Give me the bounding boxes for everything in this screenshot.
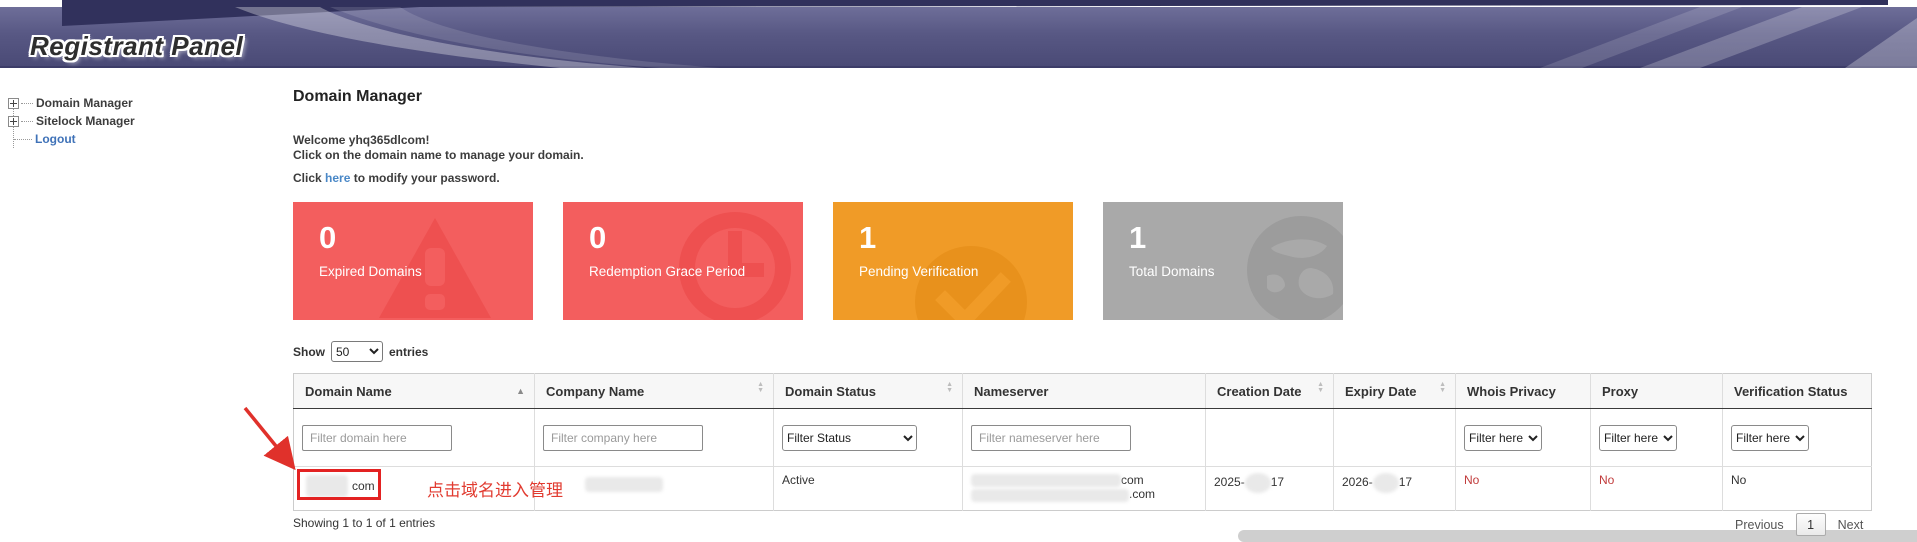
filter-nameserver-input[interactable] — [971, 425, 1131, 451]
filter-company-input[interactable] — [543, 425, 703, 451]
column-header-domain-status[interactable]: Domain Status▲▼ — [774, 374, 963, 409]
filter-verification-select[interactable]: Filter here — [1731, 425, 1809, 451]
stat-label: Total Domains — [1129, 264, 1215, 279]
sidebar-item-domain-manager[interactable]: Domain Manager — [8, 94, 278, 112]
tree-dots-connector — [14, 139, 32, 140]
check-circle-icon — [911, 242, 1031, 320]
pagination: Previous 1 Next — [1735, 513, 1863, 536]
redacted-date-part — [1373, 473, 1399, 493]
cell-verification-status: No — [1723, 467, 1872, 511]
next-page-button[interactable]: Next — [1838, 518, 1864, 532]
cell-whois-privacy: No — [1456, 467, 1591, 511]
password-line: Click here to modify your password. — [293, 171, 500, 185]
filter-status-select[interactable]: Filter Status — [782, 425, 917, 451]
red-arrow-annotation — [235, 402, 305, 477]
column-header-whois-privacy[interactable]: Whois Privacy — [1456, 374, 1591, 409]
stat-card-total-domains[interactable]: 1 Total Domains — [1103, 202, 1343, 320]
plus-expand-icon[interactable] — [8, 116, 19, 127]
filter-row: Filter Status Filter here Filter here Fi… — [294, 409, 1872, 467]
sidebar-navigation: Domain Manager Sitelock Manager Logout — [8, 94, 278, 148]
cell-company-name — [535, 467, 774, 511]
column-header-domain-name[interactable]: Domain Name▲ — [294, 374, 535, 409]
column-header-verification-status[interactable]: Verification Status — [1723, 374, 1872, 409]
page-number-button[interactable]: 1 — [1796, 513, 1826, 536]
registrant-panel-page: Registrant Panel Domain Manager Sitelock… — [0, 0, 1917, 542]
redacted-nameserver-text — [971, 474, 1121, 487]
previous-page-button[interactable]: Previous — [1735, 518, 1784, 532]
logout-link[interactable]: Logout — [35, 132, 76, 146]
sort-both-icon[interactable]: ▲▼ — [1317, 382, 1324, 394]
stat-label: Redemption Grace Period — [589, 264, 745, 279]
sort-both-icon[interactable]: ▲▼ — [757, 382, 764, 394]
welcome-line2: Click on the domain name to manage your … — [293, 148, 584, 163]
sort-asc-icon[interactable]: ▲ — [516, 386, 525, 396]
cell-domain-status: Active — [774, 467, 963, 511]
cell-proxy: No — [1591, 467, 1723, 511]
show-entries-suffix: entries — [389, 345, 428, 359]
cell-creation-date: 2025-17 — [1206, 467, 1334, 511]
stat-card-redemption-grace-period[interactable]: 0 Redemption Grace Period — [563, 202, 803, 320]
redacted-nameserver-text — [971, 489, 1129, 502]
red-highlight-box — [297, 469, 381, 500]
stat-value: 0 — [319, 220, 336, 256]
sidebar-item-sitelock-manager[interactable]: Sitelock Manager — [8, 112, 278, 130]
password-suffix: to modify your password. — [350, 171, 499, 185]
annotation-text-chinese: 点击域名进入管理 — [427, 476, 563, 501]
stat-card-pending-verification[interactable]: 1 Pending Verification — [833, 202, 1073, 320]
header-banner — [0, 7, 1917, 68]
stat-card-expired-domains[interactable]: 0 Expired Domains — [293, 202, 533, 320]
page-title: Domain Manager — [293, 88, 422, 106]
redacted-date-part — [1245, 473, 1271, 493]
column-header-proxy[interactable]: Proxy — [1591, 374, 1723, 409]
column-header-expiry-date[interactable]: Expiry Date▲▼ — [1334, 374, 1456, 409]
show-entries-control: Show 50 entries — [293, 341, 428, 362]
filter-proxy-select[interactable]: Filter here — [1599, 425, 1677, 451]
stat-value: 1 — [859, 220, 876, 256]
redacted-company-text — [585, 477, 663, 492]
change-password-link[interactable]: here — [325, 171, 350, 185]
globe-icon — [1241, 210, 1343, 320]
filter-domain-input[interactable] — [302, 425, 452, 451]
stat-label: Pending Verification — [859, 264, 978, 279]
table-header-row: Domain Name▲ Company Name▲▼ Domain Statu… — [294, 374, 1872, 409]
app-title: Registrant Panel — [30, 31, 243, 62]
cell-expiry-date: 2026-17 — [1334, 467, 1456, 511]
showing-entries-status: Showing 1 to 1 of 1 entries — [293, 516, 435, 530]
stat-value: 0 — [589, 220, 606, 256]
tree-dots-connector — [21, 121, 33, 122]
sidebar-item-logout[interactable]: Logout — [8, 130, 278, 148]
welcome-line1: Welcome yhq365dlcom! — [293, 133, 584, 148]
column-header-creation-date[interactable]: Creation Date▲▼ — [1206, 374, 1334, 409]
plus-expand-icon[interactable] — [8, 98, 19, 109]
stat-label: Expired Domains — [319, 264, 422, 279]
sort-both-icon[interactable]: ▲▼ — [1439, 382, 1446, 394]
filter-whois-privacy-select[interactable]: Filter here — [1464, 425, 1542, 451]
show-entries-prefix: Show — [293, 345, 325, 359]
column-header-company-name[interactable]: Company Name▲▼ — [535, 374, 774, 409]
stat-value: 1 — [1129, 220, 1146, 256]
page-length-select[interactable]: 50 — [331, 341, 383, 362]
sort-both-icon[interactable]: ▲▼ — [946, 382, 953, 394]
welcome-text: Welcome yhq365dlcom! Click on the domain… — [293, 133, 584, 163]
tree-dots-connector — [21, 103, 33, 104]
sidebar-item-label[interactable]: Sitelock Manager — [36, 114, 135, 128]
sidebar-item-label[interactable]: Domain Manager — [36, 96, 133, 110]
column-header-nameserver[interactable]: Nameserver — [963, 374, 1206, 409]
cell-nameserver: com .com — [963, 467, 1206, 511]
password-prefix: Click — [293, 171, 325, 185]
